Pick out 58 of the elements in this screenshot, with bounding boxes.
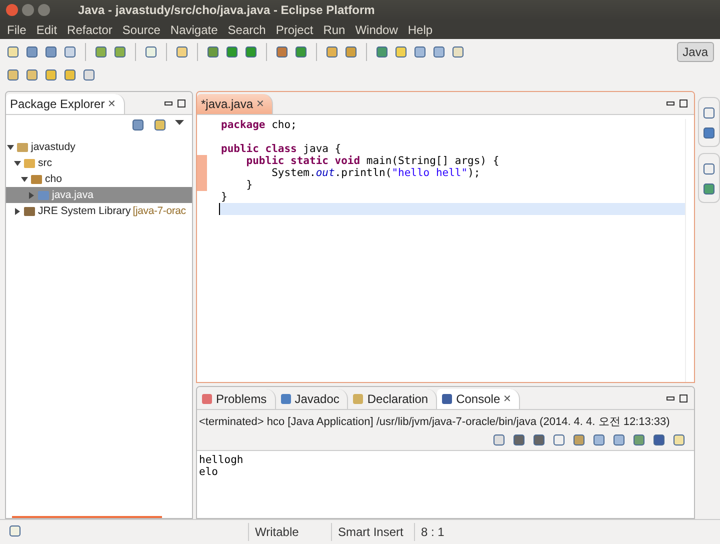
tree-item[interactable]: javastudy — [6, 139, 192, 155]
status-field: 8 : 1 — [414, 523, 547, 541]
maximize-icon[interactable] — [177, 98, 186, 108]
tree-item[interactable]: src — [6, 155, 192, 171]
menu-item[interactable]: Window — [350, 22, 403, 36]
code-line: } — [220, 191, 228, 203]
perspective-button[interactable]: Java — [676, 42, 714, 62]
expanded-arrow-icon[interactable] — [7, 144, 14, 150]
code-line: System.out.println("hello hell"); — [270, 167, 482, 179]
close-icon[interactable]: ✕ — [256, 98, 264, 110]
tree-item[interactable]: JRE System Library [java-7-orac — [6, 203, 192, 219]
minimize-icon[interactable] — [164, 98, 173, 108]
menu-item[interactable]: Run — [318, 22, 350, 36]
change-marker — [197, 155, 207, 167]
menu-item[interactable]: Project — [270, 22, 318, 36]
maximize-icon[interactable] — [679, 394, 688, 402]
console-output: elo — [199, 466, 219, 478]
collapsed-arrow-icon[interactable] — [14, 208, 21, 214]
tree-label: java.java — [52, 189, 94, 201]
close-icon[interactable] — [6, 4, 18, 16]
view-tab[interactable]: Problems — [197, 389, 276, 409]
status-field: Smart Insert — [331, 523, 414, 541]
view-tab[interactable]: Javadoc — [276, 389, 348, 409]
menu-item[interactable]: Navigate — [165, 22, 223, 36]
expanded-arrow-icon[interactable] — [21, 176, 28, 182]
change-marker — [197, 179, 207, 191]
console-header: <terminated> hco [Java Application] /usr/lib/jvm/java-7-oracle/bin/java (2014. 4. 4. 오전 12:13:33) — [197, 410, 694, 433]
tree-label: cho — [45, 173, 62, 185]
status-field: Writable — [248, 523, 331, 541]
window-title: Java - javastudy/src/cho/java.java - Eclipse Platform — [78, 3, 375, 17]
tree-label: JRE System Library — [38, 205, 131, 217]
tab-title: *java.java — [201, 97, 254, 111]
view-tab[interactable]: Console ✕ — [437, 389, 520, 409]
code-line: public static void main(String[] args) { — [245, 155, 500, 167]
menu-item[interactable]: Edit — [31, 22, 62, 36]
menu-item[interactable]: Refactor — [62, 22, 118, 36]
tree-item[interactable]: cho — [6, 171, 192, 187]
maximize-icon[interactable] — [679, 98, 688, 108]
tree-label-suffix: [java-7-orac — [132, 205, 186, 217]
view-title: Package Explorer — [10, 97, 105, 111]
tree-label: javastudy — [31, 141, 76, 153]
minimize-icon[interactable] — [666, 394, 675, 402]
console-output: hellogh — [199, 454, 244, 466]
menu-item[interactable]: Source — [117, 22, 166, 36]
tree-label: src — [38, 157, 52, 169]
menu-item[interactable]: Help — [402, 22, 438, 36]
menu-item[interactable]: File — [2, 22, 32, 36]
editor-tab[interactable]: *java.java ✕ — [197, 94, 274, 114]
code-line: package cho; — [220, 119, 298, 131]
menu-item[interactable]: Search — [222, 22, 271, 36]
close-icon[interactable]: ✕ — [108, 98, 116, 110]
minimize-icon[interactable] — [666, 98, 675, 108]
code-line: } — [245, 179, 254, 191]
view-menu-icon[interactable] — [175, 118, 184, 127]
close-icon[interactable]: ✕ — [503, 393, 512, 405]
code-line: public class java { — [220, 143, 342, 155]
expanded-arrow-icon[interactable] — [14, 160, 21, 166]
view-tab[interactable]: Package Explorer ✕ — [6, 94, 125, 114]
